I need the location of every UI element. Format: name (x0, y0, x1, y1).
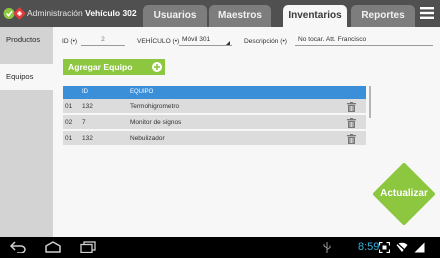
header-id: ID (82, 89, 88, 95)
id-label: ID (•) (62, 38, 78, 45)
app-title-prefix: Administración (27, 8, 83, 18)
row-index: 01 (65, 103, 73, 110)
row-index: 02 (65, 119, 73, 126)
main-panel: ID (•) 2 VEHÍCULO (•) Móvil 301 Descripc… (53, 27, 440, 237)
row-id: 132 (82, 135, 93, 142)
description-field[interactable]: No tocar. Att. Francisco (295, 34, 433, 46)
dropdown-arrow-icon (226, 41, 230, 45)
table-row[interactable]: 01 132 Nebulizador (63, 131, 366, 146)
add-equipment-button[interactable]: Agregar Equipo (63, 59, 165, 75)
table-row[interactable]: 01 132 Termohigrometro (63, 99, 366, 114)
menu-icon[interactable] (419, 5, 435, 21)
screenshot-icon (379, 242, 390, 253)
tab-reportes[interactable]: Reportes (351, 5, 415, 27)
sidebar-item-equipos[interactable]: Equipos (0, 64, 53, 90)
sidebar-item-productos[interactable]: Productos (0, 27, 53, 53)
header-equipment: EQUIPO (130, 89, 154, 95)
vehicle-select[interactable]: Móvil 301 (179, 34, 232, 46)
add-equipment-label: Agregar Equipo (68, 62, 133, 72)
top-bar: Administración Vehículo 302 Usuarios Mae… (0, 0, 440, 27)
tab-usuarios[interactable]: Usuarios (143, 5, 207, 27)
signal-icon (414, 242, 425, 253)
back-icon[interactable] (9, 241, 27, 253)
row-index: 01 (65, 135, 73, 142)
usb-icon (323, 242, 331, 253)
row-id: 132 (82, 103, 93, 110)
trash-icon[interactable] (347, 134, 356, 144)
logo-icon (3, 7, 25, 20)
sidebar: Productos Equipos (0, 27, 53, 237)
table-scrollbar[interactable] (369, 86, 371, 118)
row-equipment: Monitor de signos (130, 119, 182, 126)
table-header: ID EQUIPO (63, 86, 366, 99)
trash-icon[interactable] (347, 102, 356, 112)
app-title: Administración Vehículo 302 (27, 0, 137, 27)
plus-circle-icon (152, 62, 162, 72)
app-title-vehicle: Vehículo 302 (85, 8, 137, 18)
trash-icon[interactable] (347, 118, 356, 128)
system-navigation-bar: 8:59 (0, 237, 440, 258)
update-button-label: Actualizar (380, 188, 428, 199)
row-equipment: Nebulizador (130, 135, 165, 142)
update-button[interactable]: Actualizar (373, 163, 435, 225)
clock: 8:59 (358, 241, 380, 253)
tab-maestros[interactable]: Maestros (209, 5, 271, 27)
home-icon[interactable] (44, 241, 62, 253)
description-label: Descripción (•) (244, 38, 287, 45)
row-id: 7 (82, 119, 86, 126)
table-row[interactable]: 02 7 Monitor de signos (63, 115, 366, 130)
recent-apps-icon[interactable] (79, 241, 97, 253)
vehicle-label: VEHÍCULO (•) (137, 38, 180, 45)
id-field[interactable]: 2 (81, 34, 125, 46)
tab-inventarios[interactable]: Inventarios (283, 5, 347, 27)
wifi-off-icon (396, 242, 408, 253)
row-equipment: Termohigrometro (130, 103, 180, 110)
